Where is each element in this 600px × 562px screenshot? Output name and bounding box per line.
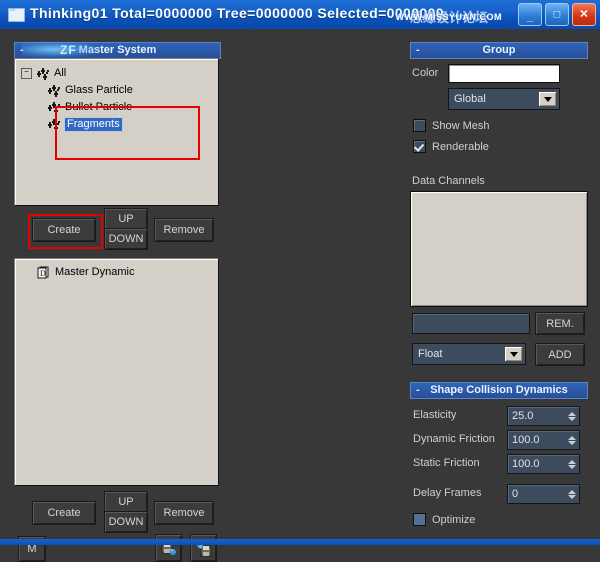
optimize-row[interactable]: Optimize <box>413 513 475 526</box>
renderable-label: Renderable <box>432 140 489 153</box>
tree-item-label: Bullet Particle <box>65 101 133 113</box>
delay-frames-value: 0 <box>512 488 519 500</box>
dynamic-friction-spinner[interactable]: 100.0 <box>507 430 580 450</box>
close-button[interactable]: ✕ <box>572 3 596 26</box>
optimize-label: Optimize <box>432 513 476 526</box>
group-scope-value: Global <box>454 93 486 105</box>
static-friction-value: 100.0 <box>512 458 540 470</box>
show-mesh-checkbox[interactable] <box>413 119 426 132</box>
tree-item-label-selected: Fragments <box>64 117 123 132</box>
move-down-label: DOWN <box>108 233 144 245</box>
spinner-arrows-icon[interactable] <box>566 432 578 448</box>
spinner-arrows-icon[interactable] <box>566 456 578 472</box>
show-mesh-row[interactable]: Show Mesh <box>413 119 489 132</box>
collapse-icon[interactable]: - <box>20 43 24 58</box>
window-title: Thinking01 Total=0000000 Tree=0000000 Se… <box>30 5 444 21</box>
delay-frames-spinner[interactable]: 0 <box>507 484 580 504</box>
move-up-label: UP <box>118 213 134 225</box>
group-title: Group <box>482 44 516 56</box>
channel-type-dropdown[interactable]: Float <box>412 343 526 365</box>
particle-icon <box>47 101 61 114</box>
create-group-label: Create <box>47 224 81 236</box>
particle-icon <box>36 67 50 80</box>
channel-name-input[interactable] <box>412 313 530 334</box>
optimize-checkbox[interactable] <box>413 513 426 526</box>
elasticity-label: Elasticity <box>413 409 457 421</box>
maximize-icon: □ <box>553 8 561 20</box>
spinner-arrows-icon[interactable] <box>566 408 578 424</box>
remove-group-label: Remove <box>163 224 205 236</box>
add-channel-label: ADD <box>548 348 572 361</box>
tree-item-label: All <box>54 67 67 79</box>
spinner-arrows-icon[interactable] <box>566 486 578 502</box>
dynamic-move-up-button[interactable]: UP <box>104 491 148 513</box>
particle-icon <box>47 84 61 97</box>
dynamic-move-up-label: UP <box>118 496 134 508</box>
static-friction-label: Static Friction <box>413 457 480 469</box>
group-scope-dropdown[interactable]: Global <box>448 88 560 110</box>
static-friction-spinner[interactable]: 100.0 <box>507 454 580 474</box>
close-icon: ✕ <box>579 8 589 20</box>
master-system-title: Master System <box>78 44 157 56</box>
dynamic-move-down-label: DOWN <box>108 516 144 528</box>
move-up-button[interactable]: UP <box>104 208 148 230</box>
chevron-down-icon[interactable] <box>538 91 557 107</box>
renderable-checkbox[interactable] <box>413 140 426 153</box>
show-mesh-label: Show Mesh <box>432 119 490 132</box>
create-dynamic-label: Create <box>47 507 81 519</box>
tree-item-all[interactable]: − All <box>15 65 218 82</box>
shape-collision-title: Shape Collision Dynamics <box>430 384 568 396</box>
remove-group-button[interactable]: Remove <box>154 218 214 242</box>
dynamic-friction-label: Dynamic Friction <box>413 433 495 445</box>
chevron-down-icon[interactable] <box>504 346 523 362</box>
left-panel: - Master System ZF − All Glass Particle … <box>8 38 228 562</box>
tree-item-glass-particle[interactable]: Glass Particle <box>15 82 218 99</box>
color-label: Color <box>412 67 439 79</box>
data-channels-list[interactable] <box>410 191 588 307</box>
dynamic-move-down-button[interactable]: DOWN <box>104 511 148 533</box>
dynamic-list[interactable]: D Master Dynamic <box>14 258 219 486</box>
collapse-icon[interactable]: - <box>416 43 420 58</box>
remove-dynamic-button[interactable]: Remove <box>154 501 214 525</box>
window-controls: _ □ ✕ <box>518 3 596 26</box>
svg-text:D: D <box>40 269 46 278</box>
group-color-swatch[interactable] <box>448 64 560 83</box>
list-item[interactable]: D Master Dynamic <box>15 264 218 281</box>
create-group-button[interactable]: Create <box>32 218 96 242</box>
remove-dynamic-label: Remove <box>163 507 205 519</box>
minimize-button[interactable]: _ <box>518 3 542 26</box>
data-channels-label: Data Channels <box>412 175 485 187</box>
maximize-button[interactable]: □ <box>545 3 569 26</box>
delay-frames-label: Delay Frames <box>413 487 482 499</box>
group-rollout-header[interactable]: - Group <box>410 42 588 59</box>
master-system-rollout-header[interactable]: - Master System <box>14 42 221 59</box>
tree-item-label: Glass Particle <box>65 84 133 96</box>
window-icon <box>8 8 25 22</box>
add-channel-button[interactable]: ADD <box>535 343 585 366</box>
particle-icon <box>47 118 61 131</box>
minimize-icon: _ <box>526 11 534 24</box>
tree-expand-toggle[interactable]: − <box>21 68 32 79</box>
list-item-label: Master Dynamic <box>55 266 135 278</box>
create-dynamic-button[interactable]: Create <box>32 501 96 525</box>
window-titlebar: Thinking01 Total=0000000 Tree=0000000 Se… <box>0 0 600 29</box>
move-down-button[interactable]: DOWN <box>104 228 148 250</box>
remove-channel-button[interactable]: REM. <box>535 312 585 335</box>
document-icon: D <box>37 266 51 279</box>
remove-channel-label: REM. <box>546 317 574 330</box>
tree-item-bullet-particle[interactable]: Bullet Particle <box>15 99 218 116</box>
renderable-row[interactable]: Renderable <box>413 140 489 153</box>
shape-collision-rollout-header[interactable]: - Shape Collision Dynamics <box>410 382 588 399</box>
master-system-tree[interactable]: − All Glass Particle Bullet Particle Fra… <box>14 58 219 206</box>
elasticity-spinner[interactable]: 25.0 <box>507 406 580 426</box>
window-footer-strip <box>0 539 600 545</box>
watermark-logo: 朱峰社区 <box>6 24 336 29</box>
elasticity-value: 25.0 <box>512 410 534 422</box>
collapse-icon[interactable]: - <box>416 383 420 398</box>
watermark-url: WWW.MISSYUAN.COM <box>395 12 502 22</box>
dynamic-friction-value: 100.0 <box>512 434 540 446</box>
tree-item-fragments[interactable]: Fragments <box>15 116 218 133</box>
channel-type-value: Float <box>418 348 443 360</box>
